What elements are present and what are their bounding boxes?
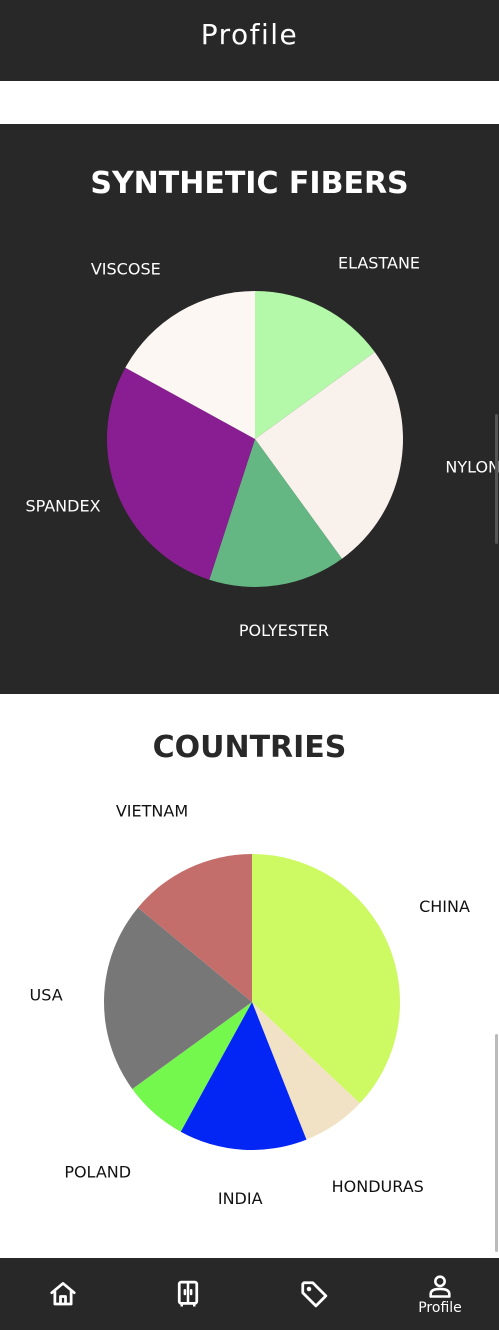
synthetic-fibers-pie-chart: ELASTANE NYLON POLYESTER SPANDEX VISCOSE <box>25 254 499 641</box>
tag-icon <box>301 1281 328 1308</box>
wardrobe-icon <box>177 1280 199 1307</box>
countries-section: COUNTRIES CHINA HONDURAS INDIA POLAND USA VIE… <box>0 694 499 1258</box>
pie-label-vietnam: VIETNAM <box>116 801 188 820</box>
pie-label-elastane: ELASTANE <box>338 254 420 273</box>
person-icon <box>429 1275 451 1298</box>
page-scrollbar[interactable] <box>495 1034 498 1252</box>
pie-label-poland: POLAND <box>64 1163 131 1182</box>
pie-label-usa: USA <box>30 986 63 1005</box>
nav-profile[interactable]: Profile <box>378 1258 499 1330</box>
pie-label-china: CHINA <box>419 897 470 916</box>
nav-profile-label: Profile <box>418 1300 462 1316</box>
pie-label-nylon: NYLON <box>445 457 499 476</box>
pie-label-polyester: POLYESTER <box>239 621 329 640</box>
nav-wardrobe[interactable] <box>126 1258 250 1330</box>
nav-home[interactable] <box>1 1258 125 1330</box>
nav-tags[interactable] <box>252 1258 376 1330</box>
pie-label-spandex: SPANDEX <box>25 497 100 516</box>
pie-label-honduras: HONDURAS <box>332 1177 424 1196</box>
synthetic-fibers-section: SYNTHETIC FIBERS ELASTANE NYLON POLYESTER S… <box>0 124 499 694</box>
page-title: Profile <box>200 18 299 51</box>
pie-label-viscose: VISCOSE <box>91 259 161 278</box>
home-icon <box>50 1282 76 1306</box>
scroll-indicator <box>495 414 498 544</box>
countries-pie-chart: CHINA HONDURAS INDIA POLAND USA VIETNAM <box>30 801 470 1208</box>
app-header: Profile <box>0 0 499 81</box>
bottom-nav: Profile <box>0 1258 499 1330</box>
pie-label-india: INDIA <box>218 1189 263 1208</box>
